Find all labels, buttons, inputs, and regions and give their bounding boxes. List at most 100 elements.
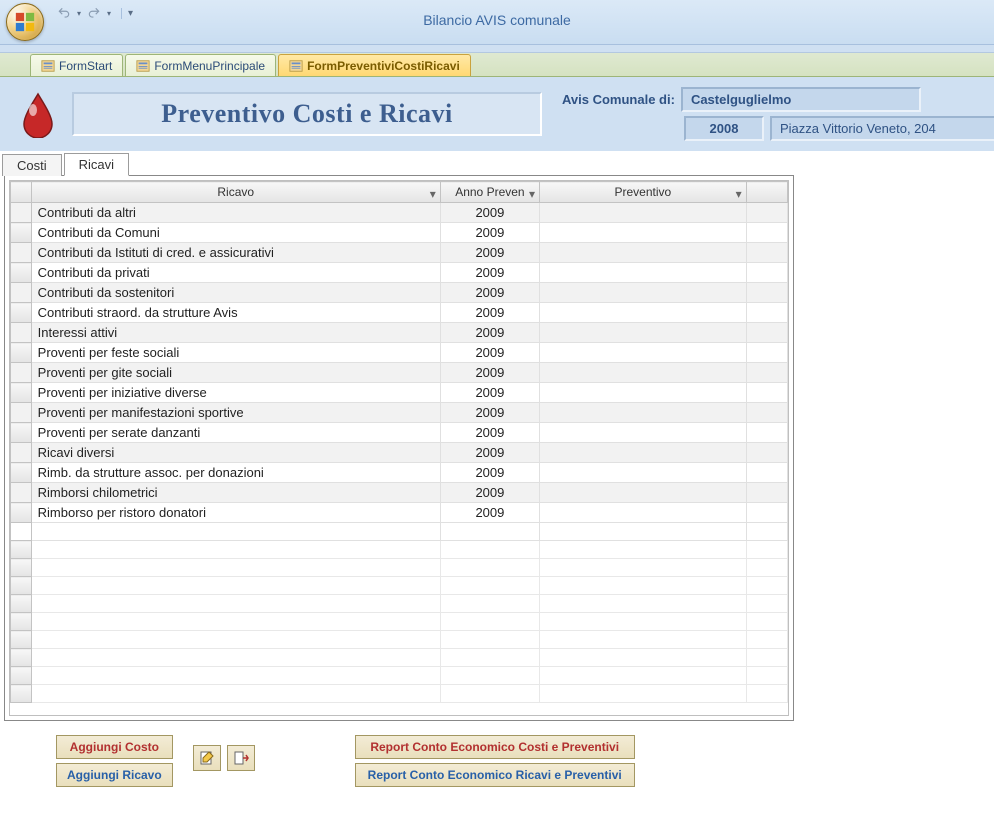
cell-anno[interactable]: 2009 [440,443,539,463]
cell-ricavo[interactable]: Proventi per manifestazioni sportive [31,403,440,423]
cell-anno[interactable]: 2009 [440,503,539,523]
column-header-ricavo[interactable]: Ricavo▾ [31,182,440,203]
cell-anno[interactable]: 2009 [440,323,539,343]
table-row[interactable]: Rimborsi chilometrici2009 [11,483,788,503]
cell-blank[interactable] [746,263,787,283]
cell-blank[interactable] [746,463,787,483]
table-row[interactable]: Proventi per feste sociali2009 [11,343,788,363]
row-selector[interactable] [11,343,32,363]
row-selector[interactable] [11,303,32,323]
row-selector[interactable] [11,203,32,223]
cell-blank[interactable] [746,383,787,403]
cell-preventivo[interactable] [540,263,747,283]
cell-preventivo[interactable] [540,223,747,243]
cell-preventivo[interactable] [540,283,747,303]
row-selector[interactable] [11,503,32,523]
cell-preventivo[interactable] [540,383,747,403]
cell-blank[interactable] [746,483,787,503]
cell-anno[interactable]: 2009 [440,383,539,403]
row-selector[interactable] [11,323,32,343]
qat-customize-icon[interactable]: ▾ [121,8,133,19]
cell-ricavo[interactable]: Contributi straord. da strutture Avis [31,303,440,323]
cell-preventivo[interactable] [540,303,747,323]
table-row[interactable]: Contributi da sostenitori2009 [11,283,788,303]
cell-preventivo[interactable] [540,483,747,503]
cell-anno[interactable]: 2009 [440,243,539,263]
select-all-corner[interactable] [11,182,32,203]
filter-dropdown-icon[interactable]: ▾ [428,187,438,197]
office-button[interactable] [6,3,44,41]
cell-ricavo[interactable]: Proventi per feste sociali [31,343,440,363]
cell-ricavo[interactable]: Contributi da Comuni [31,223,440,243]
cell-ricavo[interactable]: Proventi per gite sociali [31,363,440,383]
table-row[interactable]: Contributi straord. da strutture Avis200… [11,303,788,323]
cell-anno[interactable]: 2009 [440,363,539,383]
tab-ricavi[interactable]: Ricavi [64,153,129,176]
cell-preventivo[interactable] [540,403,747,423]
column-header-preventivo[interactable]: Preventivo▾ [540,182,747,203]
table-row[interactable]: Proventi per serate danzanti2009 [11,423,788,443]
cell-blank[interactable] [746,503,787,523]
cell-blank[interactable] [746,323,787,343]
row-selector[interactable] [11,403,32,423]
aggiungi-ricavo-button[interactable]: Aggiungi Ricavo [56,763,173,787]
aggiungi-costo-button[interactable]: Aggiungi Costo [56,735,173,759]
cell-preventivo[interactable] [540,343,747,363]
table-row[interactable]: Proventi per gite sociali2009 [11,363,788,383]
cell-ricavo[interactable]: Contributi da altri [31,203,440,223]
cell-anno[interactable]: 2009 [440,423,539,443]
cell-ricavo[interactable]: Interessi attivi [31,323,440,343]
cell-preventivo[interactable] [540,443,747,463]
row-selector[interactable] [11,283,32,303]
cell-ricavo[interactable]: Contributi da sostenitori [31,283,440,303]
filter-dropdown-icon[interactable]: ▾ [734,187,744,197]
cell-ricavo[interactable]: Ricavi diversi [31,443,440,463]
table-row[interactable]: Ricavi diversi2009 [11,443,788,463]
table-row[interactable]: Proventi per manifestazioni sportive2009 [11,403,788,423]
cell-anno[interactable]: 2009 [440,303,539,323]
column-header-anno[interactable]: Anno Preven▾ [440,182,539,203]
cell-preventivo[interactable] [540,463,747,483]
cell-anno[interactable]: 2009 [440,483,539,503]
cell-ricavo[interactable]: Proventi per serate danzanti [31,423,440,443]
cell-blank[interactable] [746,343,787,363]
row-selector[interactable] [11,443,32,463]
report-ricavi-button[interactable]: Report Conto Economico Ricavi e Preventi… [355,763,635,787]
cell-blank[interactable] [746,423,787,443]
tab-costi[interactable]: Costi [2,154,62,176]
row-selector[interactable] [11,223,32,243]
redo-button[interactable] [85,4,103,22]
cell-ricavo[interactable]: Contributi da privati [31,263,440,283]
table-row[interactable]: Contributi da Istituti di cred. e assicu… [11,243,788,263]
column-header-blank[interactable] [746,182,787,203]
cell-blank[interactable] [746,443,787,463]
row-selector[interactable] [11,243,32,263]
row-selector[interactable] [11,483,32,503]
cell-anno[interactable]: 2009 [440,343,539,363]
cell-ricavo[interactable]: Proventi per iniziative diverse [31,383,440,403]
undo-dropdown-icon[interactable]: ▾ [77,9,81,18]
tab-formpreventivicostiricavi[interactable]: FormPreventiviCostiRicavi [278,54,471,76]
row-selector[interactable] [11,463,32,483]
close-form-button[interactable] [227,745,255,771]
table-row[interactable]: Rimborso per ristoro donatori2009 [11,503,788,523]
table-row[interactable]: Proventi per iniziative diverse2009 [11,383,788,403]
cell-ricavo[interactable]: Rimborsi chilometrici [31,483,440,503]
cell-blank[interactable] [746,243,787,263]
tab-formmenuprincipale[interactable]: FormMenuPrincipale [125,54,276,76]
cell-anno[interactable]: 2009 [440,223,539,243]
save-record-button[interactable] [193,745,221,771]
filter-dropdown-icon[interactable]: ▾ [527,187,537,197]
cell-blank[interactable] [746,223,787,243]
cell-anno[interactable]: 2009 [440,403,539,423]
cell-preventivo[interactable] [540,423,747,443]
row-selector[interactable] [11,383,32,403]
cell-preventivo[interactable] [540,203,747,223]
row-selector[interactable] [11,263,32,283]
cell-preventivo[interactable] [540,243,747,263]
cell-preventivo[interactable] [540,323,747,343]
cell-ricavo[interactable]: Rimborso per ristoro donatori [31,503,440,523]
datasheet-grid[interactable]: Ricavo▾ Anno Preven▾ Preventivo▾ Contrib… [9,180,789,716]
cell-preventivo[interactable] [540,503,747,523]
row-selector[interactable] [11,523,32,541]
